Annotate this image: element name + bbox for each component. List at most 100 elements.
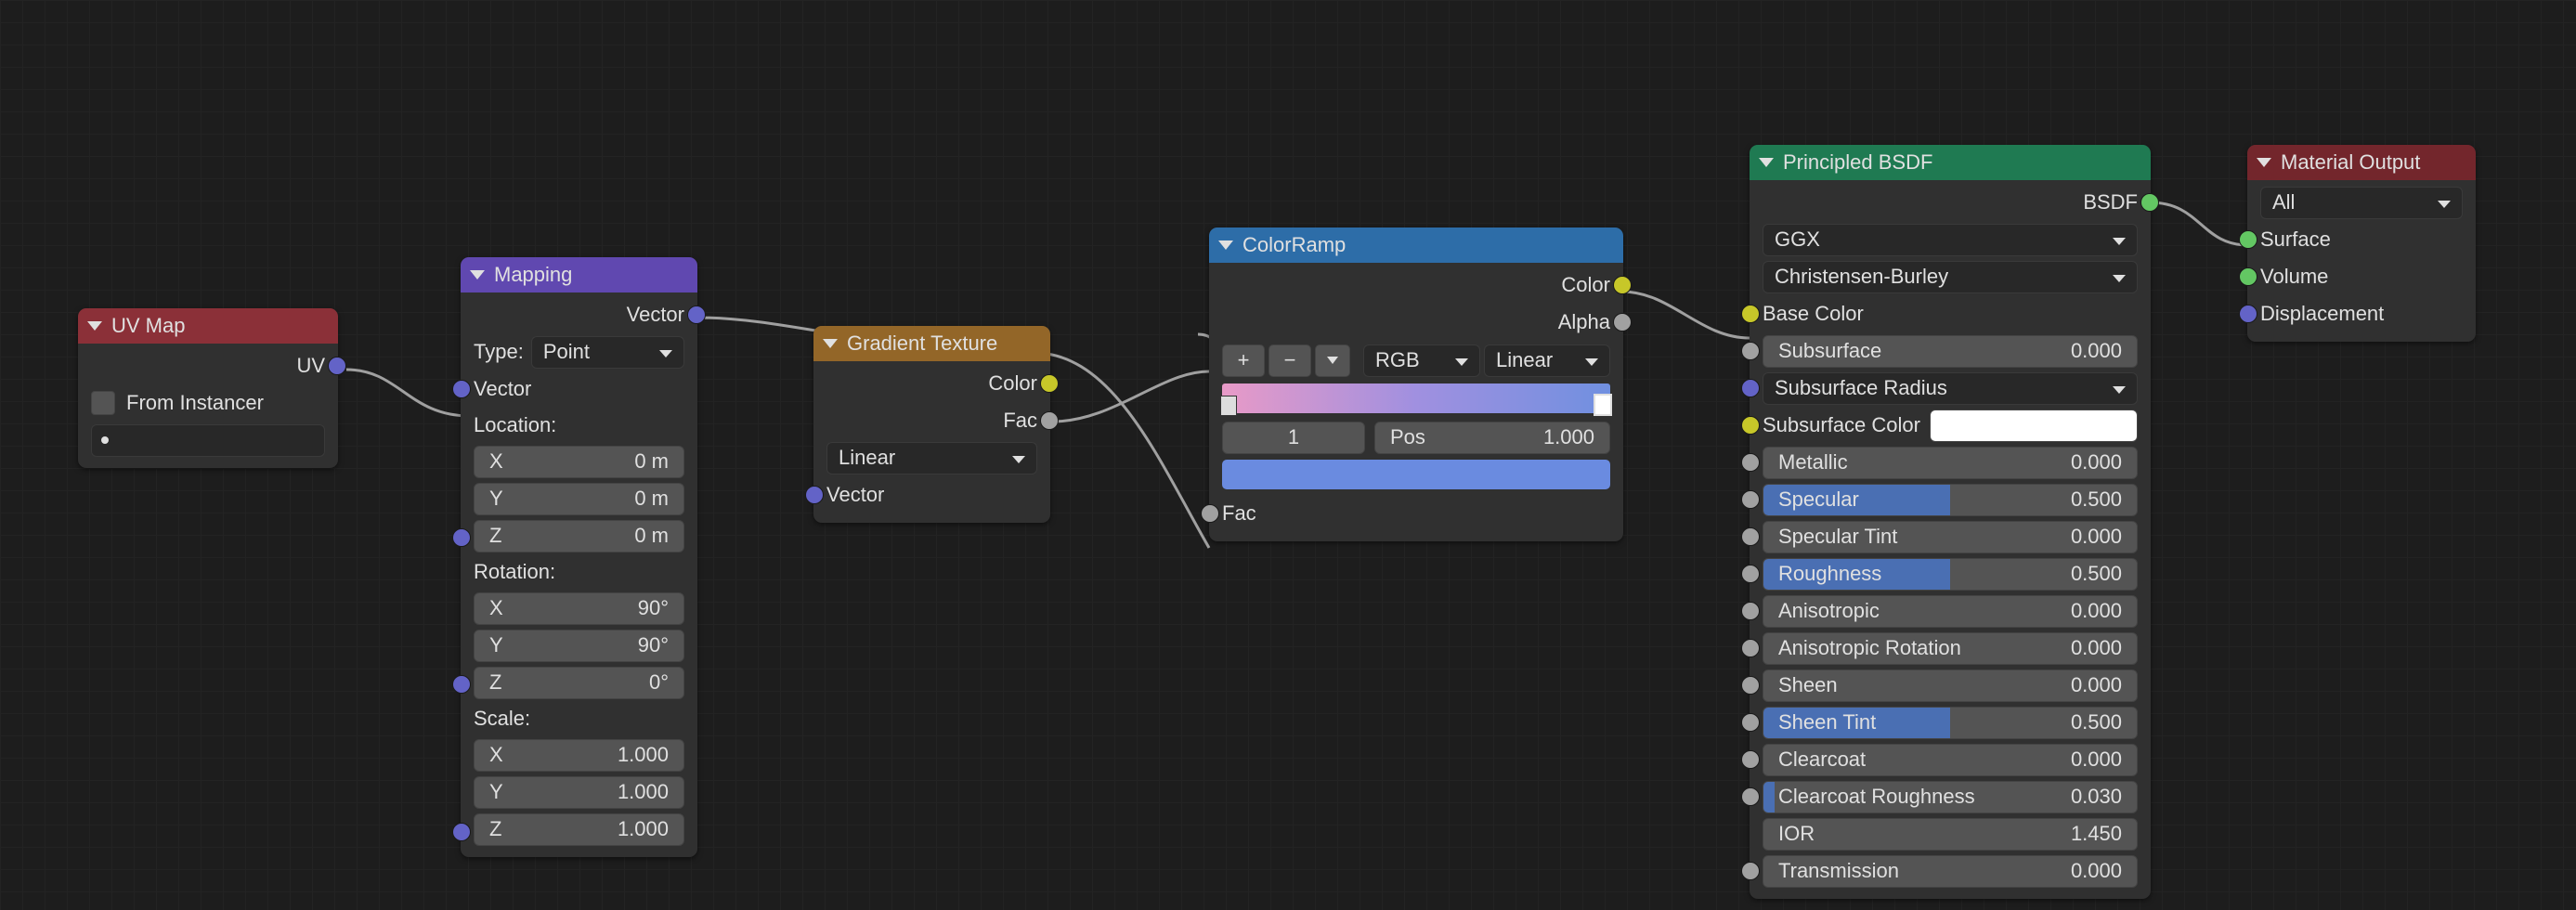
bsdf-dist-select[interactable]: GGX <box>1763 224 2138 256</box>
colorramp-in-fac[interactable]: Fac <box>1209 495 1623 532</box>
ramp-mode-select[interactable]: RGB <box>1363 344 1480 377</box>
bsdf-sheen[interactable]: Sheen0.000 <box>1763 670 2138 702</box>
bsdf-ior[interactable]: IOR1.450 <box>1763 818 2138 851</box>
socket-out-bsdf[interactable] <box>2140 193 2159 212</box>
ramp-color-swatch[interactable] <box>1222 460 1610 489</box>
bsdf-sheen-tint[interactable]: Sheen Tint0.500 <box>1763 707 2138 739</box>
collapse-icon[interactable] <box>1759 158 1774 167</box>
socket-in-vector[interactable] <box>805 486 824 504</box>
bsdf-roughness[interactable]: Roughness0.500 <box>1763 558 2138 591</box>
socket-out-fac[interactable] <box>1040 411 1059 430</box>
bsdf-header[interactable]: Principled BSDF <box>1750 145 2151 180</box>
socket-in[interactable] <box>1741 713 1760 732</box>
socket-in[interactable] <box>1741 342 1760 360</box>
socket-in[interactable] <box>1741 379 1760 397</box>
socket-in[interactable] <box>1741 862 1760 880</box>
bsdf-clearcoat[interactable]: Clearcoat0.000 <box>1763 744 2138 776</box>
bsdf-specular-tint[interactable]: Specular Tint0.000 <box>1763 521 2138 553</box>
socket-out-vector[interactable] <box>687 306 706 324</box>
output-surface[interactable]: Surface <box>2247 221 2476 258</box>
socket-in[interactable] <box>1741 416 1760 435</box>
socket-out-color[interactable] <box>1613 276 1632 294</box>
bsdf-anisotropic[interactable]: Anisotropic0.000 <box>1763 595 2138 628</box>
socket-location[interactable] <box>452 528 471 547</box>
colorramp-out-color[interactable]: Color <box>1209 266 1623 304</box>
socket-volume[interactable] <box>2239 267 2257 286</box>
socket-out-alpha[interactable] <box>1613 313 1632 332</box>
bsdf-subsurface-radius[interactable]: Subsurface Radius <box>1763 372 2138 405</box>
rot-x[interactable]: X90° <box>474 592 684 625</box>
bsdf-anisotropic-rotation[interactable]: Anisotropic Rotation0.000 <box>1763 632 2138 665</box>
gradient-out-fac[interactable]: Fac <box>813 402 1050 439</box>
socket-surface[interactable] <box>2239 230 2257 249</box>
collapse-icon[interactable] <box>2257 158 2271 167</box>
socket-in-vector[interactable] <box>452 380 471 398</box>
scale-x[interactable]: X1.000 <box>474 739 684 772</box>
socket-in[interactable] <box>1741 490 1760 509</box>
socket-in[interactable] <box>1741 305 1760 323</box>
node-gradient[interactable]: Gradient Texture Color Fac Linear Vector <box>813 326 1050 523</box>
bsdf-subsurface-color-swatch[interactable] <box>1930 410 2138 442</box>
ramp-gradient[interactable] <box>1222 384 1610 413</box>
bsdf-base-color[interactable]: Base Color <box>1750 295 2151 332</box>
collapse-icon[interactable] <box>823 339 838 348</box>
mapping-type-select[interactable]: Point <box>531 336 684 369</box>
loc-x[interactable]: X0 m <box>474 446 684 478</box>
socket-in[interactable] <box>1741 787 1760 806</box>
socket-in[interactable] <box>1741 676 1760 695</box>
collapse-icon[interactable] <box>470 270 485 280</box>
mapping-header[interactable]: Mapping <box>461 257 697 292</box>
node-mapping[interactable]: Mapping Vector Type: Point Vector Locati… <box>461 257 697 857</box>
mapping-out-vector[interactable]: Vector <box>461 296 697 333</box>
ramp-pos[interactable]: Pos1.000 <box>1374 422 1610 454</box>
socket-rotation[interactable] <box>452 675 471 694</box>
scale-y[interactable]: Y1.000 <box>474 776 684 809</box>
gradient-out-color[interactable]: Color <box>813 365 1050 402</box>
socket-in[interactable] <box>1741 639 1760 657</box>
ramp-add-button[interactable]: + <box>1222 344 1265 377</box>
output-target-select[interactable]: All <box>2260 187 2463 219</box>
collapse-icon[interactable] <box>1218 240 1233 250</box>
bsdf-subsurface[interactable]: Subsurface0.000 <box>1763 335 2138 368</box>
socket-scale[interactable] <box>452 823 471 841</box>
colorramp-header[interactable]: ColorRamp <box>1209 228 1623 263</box>
socket-in[interactable] <box>1741 453 1760 472</box>
bsdf-out[interactable]: BSDF <box>1750 184 2151 221</box>
node-colorramp[interactable]: ColorRamp Color Alpha + − RGB Linear 1 P… <box>1209 228 1623 541</box>
loc-y[interactable]: Y0 m <box>474 483 684 515</box>
ramp-del-button[interactable]: − <box>1268 344 1311 377</box>
socket-out-color[interactable] <box>1040 374 1059 393</box>
colorramp-out-alpha[interactable]: Alpha <box>1209 304 1623 341</box>
gradient-in-vector[interactable]: Vector <box>813 476 1050 514</box>
socket-out-uv[interactable] <box>328 357 346 375</box>
node-uvmap[interactable]: UV Map UV From Instancer <box>78 308 338 468</box>
ramp-stop-1[interactable] <box>1594 394 1612 416</box>
bsdf-metallic[interactable]: Metallic0.000 <box>1763 447 2138 479</box>
bsdf-transmission[interactable]: Transmission0.000 <box>1763 855 2138 888</box>
uvmap-header[interactable]: UV Map <box>78 308 338 344</box>
socket-displacement[interactable] <box>2239 305 2257 323</box>
uvmap-map-select[interactable] <box>91 424 325 457</box>
ramp-menu-button[interactable] <box>1315 344 1350 377</box>
collapse-icon[interactable] <box>87 321 102 331</box>
gradient-header[interactable]: Gradient Texture <box>813 326 1050 361</box>
output-displacement[interactable]: Displacement <box>2247 295 2476 332</box>
uvmap-output-uv[interactable]: UV <box>78 347 338 384</box>
gradient-type-select[interactable]: Linear <box>826 442 1037 474</box>
mapping-in-vector[interactable]: Vector <box>461 370 697 408</box>
loc-z[interactable]: Z0 m <box>474 520 684 552</box>
bsdf-sss-select[interactable]: Christensen-Burley <box>1763 261 2138 293</box>
socket-in[interactable] <box>1741 602 1760 620</box>
socket-in[interactable] <box>1741 565 1760 583</box>
ramp-stop-0[interactable] <box>1220 396 1237 416</box>
uvmap-from-instancer[interactable]: From Instancer <box>78 384 338 422</box>
output-volume[interactable]: Volume <box>2247 258 2476 295</box>
ramp-index[interactable]: 1 <box>1222 422 1365 454</box>
bsdf-clearcoat-roughness[interactable]: Clearcoat Roughness0.030 <box>1763 781 2138 813</box>
node-bsdf[interactable]: Principled BSDF BSDF GGX Christensen-Bur… <box>1750 145 2151 899</box>
rot-y[interactable]: Y90° <box>474 630 684 662</box>
output-header[interactable]: Material Output <box>2247 145 2476 180</box>
socket-in[interactable] <box>1741 527 1760 546</box>
bsdf-specular[interactable]: Specular0.500 <box>1763 484 2138 516</box>
scale-z[interactable]: Z1.000 <box>474 813 684 846</box>
